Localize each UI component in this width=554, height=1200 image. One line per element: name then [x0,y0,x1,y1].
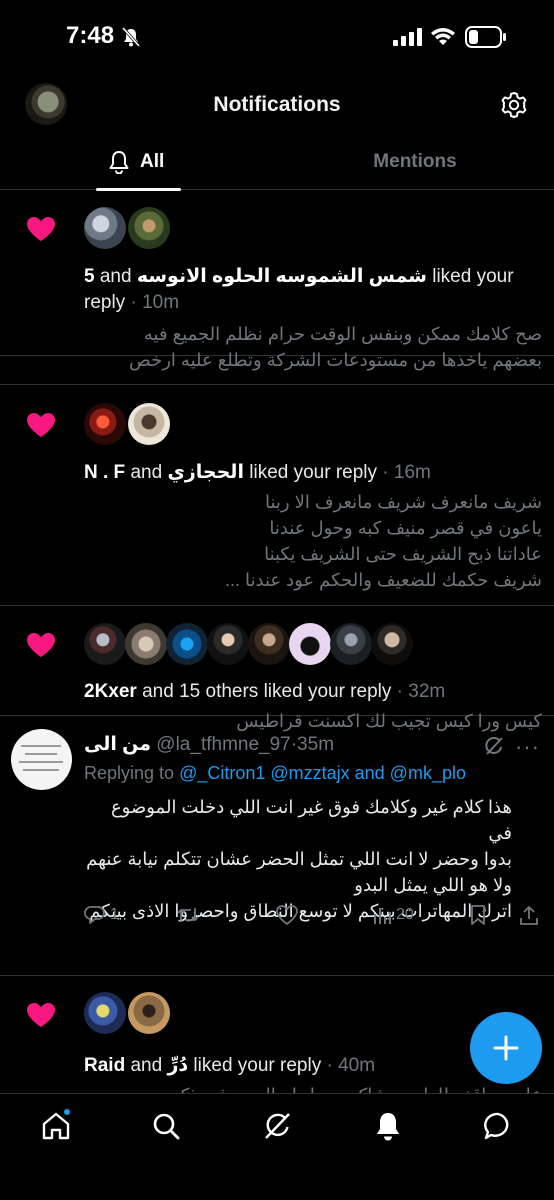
status-time: 7:48 [66,22,115,49]
notification-item[interactable]: 2Kxer and 15 others liked your reply · 3… [0,606,554,731]
heart-icon [27,633,55,657]
notification-text: 2Kxer and 15 others liked your reply · 3… [84,681,446,702]
bell-icon [109,151,129,174]
heart-icon [27,1003,55,1027]
share-icon [520,906,538,925]
page-title: Notifications [213,93,341,116]
plus-icon [493,1035,519,1061]
more-icon[interactable]: ··· [515,734,540,760]
reply-excerpt: صح كلامك ممكن وبنفس الوقت حرام نظلم الجم… [129,324,542,370]
compose-button[interactable] [470,1012,542,1084]
bookmark-button[interactable] [468,904,488,926]
replying-to: Replying to @_Citron1 @mzztajx and @mk_p… [84,763,466,783]
replying-to-handles[interactable]: @_Citron1 @mzztajx and @mk_plo [179,763,466,783]
tweet-actions: 1 20 [84,904,542,928]
heart-icon [27,217,55,241]
bottom-nav [0,1093,554,1200]
avatar[interactable] [84,623,126,665]
bell-off-icon [122,27,140,47]
avatar[interactable] [248,623,290,665]
search-icon [153,1113,180,1140]
tab-all[interactable]: All [96,136,181,191]
notifications-icon [377,1113,399,1141]
tweet-author-avatar[interactable] [11,729,72,790]
reply-icon [84,906,105,924]
avatar[interactable] [371,623,413,665]
timestamp: · 16m [377,462,431,483]
notification-text: 5 and شمس الشموسه الحلوه الانوسه liked y… [84,266,514,287]
share-button[interactable] [518,904,540,926]
notification-text: N . F and الحجازي liked your reply · 16m [84,462,431,483]
tweet-item[interactable]: من الى @la_tfhmne_97·35m ··· Replying to… [0,716,554,976]
header: Notifications [0,72,554,136]
grok-icon[interactable] [483,735,505,757]
nav-home[interactable] [40,1108,72,1142]
nav-notifications[interactable] [372,1110,404,1142]
gear-icon[interactable] [500,91,528,119]
notification-tabs: All Mentions [0,136,554,191]
avatar[interactable] [84,207,126,249]
avatar[interactable] [289,623,331,665]
home-notification-dot [63,1108,71,1116]
tweet-author-handle[interactable]: @la_tfhmne_97 [156,734,290,755]
messages-icon [484,1112,509,1140]
tweet-header: من الى @la_tfhmne_97·35m [84,733,334,756]
signal-icon [393,28,422,46]
tweet-author-name[interactable]: من الى [84,734,151,755]
nav-search[interactable] [150,1110,182,1142]
notification-item[interactable]: 5 and شمس الشموسه الحلوه الانوسه liked y… [0,190,554,370]
wifi-icon [431,28,455,45]
tab-mentions[interactable]: Mentions [340,151,490,173]
avatar[interactable] [128,992,170,1034]
tab-all-label: All [140,151,165,172]
notification-text: reply · 10m [84,292,180,313]
views-button[interactable]: 20 [372,904,414,926]
grok-icon [265,1113,290,1139]
status-bar: 7:48 [0,0,554,72]
retweet-icon [177,908,199,922]
avatar[interactable] [84,403,126,445]
views-count: 20 [396,906,414,923]
notification-item[interactable]: N . F and الحجازي liked your reply · 16m… [0,384,554,606]
avatar[interactable] [166,623,208,665]
retweet-button[interactable] [176,904,200,926]
nav-messages[interactable] [482,1110,514,1142]
nav-grok[interactable] [261,1110,293,1142]
reply-count: 1 [110,906,119,923]
avatar[interactable] [128,403,170,445]
timestamp: · 32m [391,681,446,702]
like-icon [276,905,298,926]
avatar[interactable] [128,207,170,249]
views-icon [374,908,391,924]
timestamp: · 10m [125,292,180,313]
timestamp: · 40m [321,1055,376,1076]
bookmark-icon [471,905,485,925]
reply-button[interactable]: 1 [84,904,119,926]
like-button[interactable] [275,904,299,926]
timestamp: ·35m [290,734,335,755]
avatar[interactable] [125,623,167,665]
reply-excerpt: شريف مانعرف شريف مانعرف الا ربنا ياعون ف… [225,492,542,590]
heart-icon [27,413,55,437]
avatar[interactable] [330,623,372,665]
avatar[interactable] [84,992,126,1034]
battery-icon [465,26,506,48]
notification-text: Raid and دُرِّ liked your reply · 40m [84,1055,376,1076]
avatar[interactable] [207,623,249,665]
